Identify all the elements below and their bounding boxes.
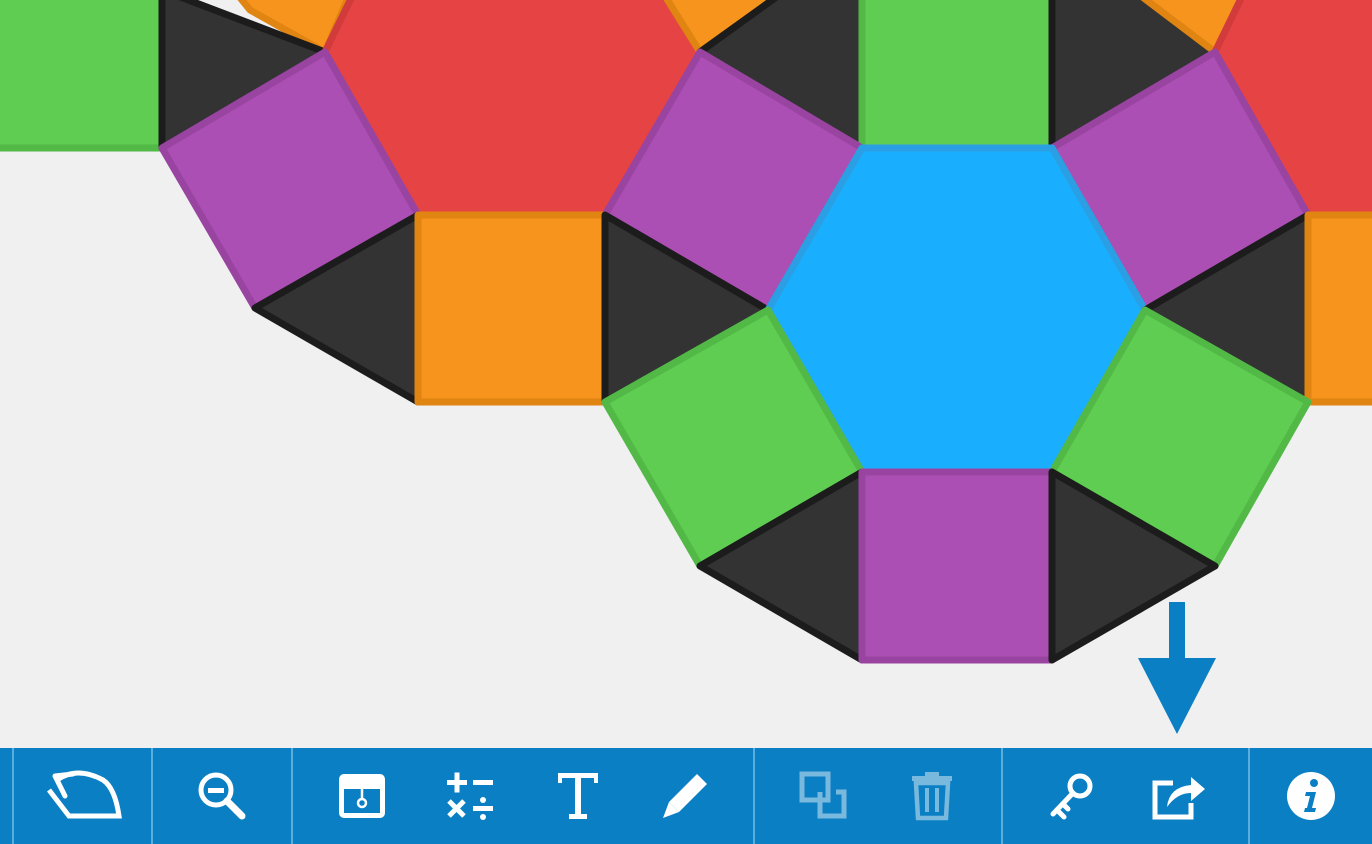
share-icon [1152,777,1205,820]
background-icon [339,774,385,818]
undo-icon [46,770,122,819]
share-button[interactable] [1110,748,1248,844]
delete-button[interactable] [863,748,1001,844]
bottom-toolbar [0,748,1372,844]
text-icon [558,773,598,819]
purple-square-tile[interactable] [858,468,1056,664]
orange-square-tile[interactable] [1304,211,1372,406]
trash-icon [912,772,952,821]
down-arrow-hint-icon [1138,602,1216,734]
duplicate-icon [799,771,847,819]
pen-button[interactable] [617,748,753,844]
math-operators-icon [447,772,493,820]
green-square-tile[interactable] [858,0,1056,152]
undo-button[interactable] [14,748,151,844]
orange-square-tile[interactable] [414,211,609,406]
pencil-icon [663,774,707,818]
zoom-out-button[interactable] [153,748,291,844]
info-button[interactable] [1250,748,1372,844]
info-icon [1287,772,1335,820]
key-icon [1050,773,1093,820]
zoom-out-icon [198,772,246,820]
green-square-tile[interactable] [0,0,166,152]
